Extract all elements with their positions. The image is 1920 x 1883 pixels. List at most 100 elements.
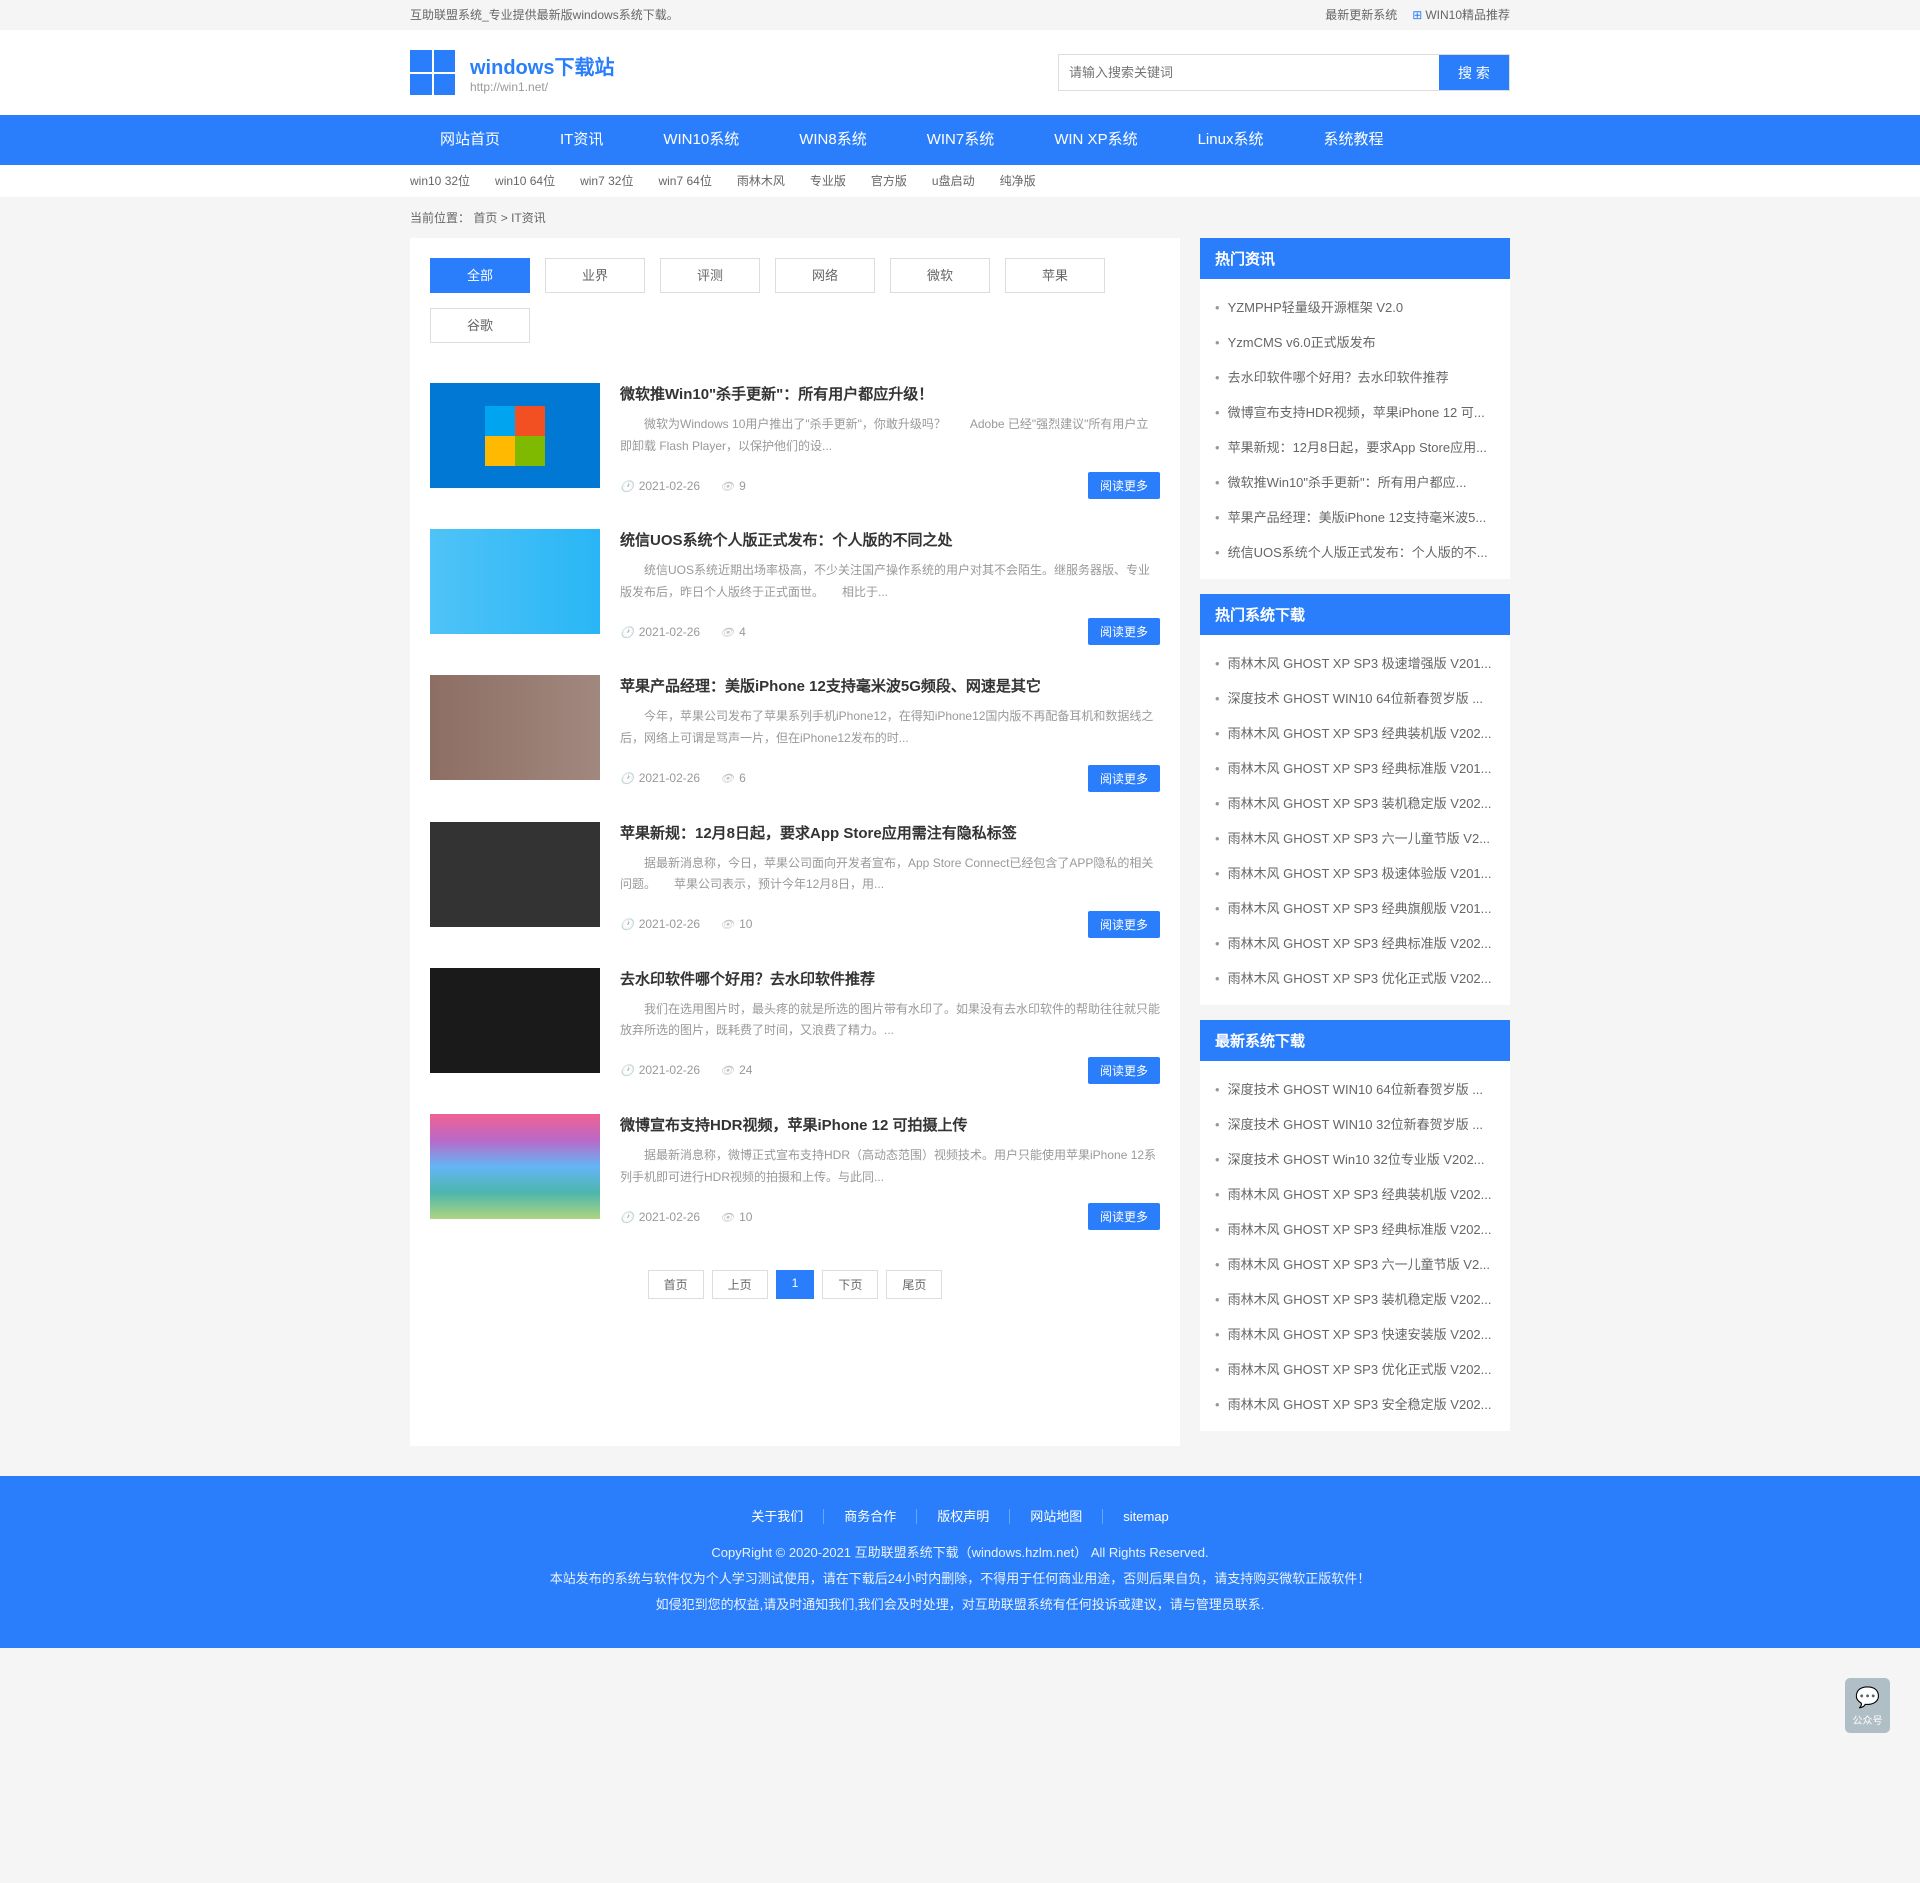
subnav-item[interactable]: win10 32位 [410,165,470,197]
sidebar-list-item[interactable]: 微博宣布支持HDR视频，苹果iPhone 12 可... [1215,394,1495,429]
site-url: http://win1.net/ [470,80,614,94]
sidebar-list-item[interactable]: 雨林木风 GHOST XP SP3 装机稳定版 V202... [1215,1281,1495,1316]
sidebar-list-item[interactable]: 苹果新规：12月8日起，要求App Store应用... [1215,429,1495,464]
sidebar-list-item[interactable]: 雨林木风 GHOST XP SP3 极速体验版 V201... [1215,855,1495,890]
sidebar-list-item[interactable]: 雨林木风 GHOST XP SP3 安全稳定版 V202... [1215,1386,1495,1421]
article-item: 微软推Win10"杀手更新"：所有用户都应升级！微软为Windows 10用户推… [430,368,1160,514]
topbar-link-updates[interactable]: 最新更新系统 [1325,0,1397,30]
article-thumb[interactable] [430,822,600,927]
sidebar-list-item[interactable]: 雨林木风 GHOST XP SP3 经典装机版 V202... [1215,715,1495,750]
article-title[interactable]: 去水印软件哪个好用？去水印软件推荐 [620,968,1160,989]
read-more-button[interactable]: 阅读更多 [1088,911,1160,938]
filter-tab[interactable]: 网络 [775,258,875,293]
footer-link[interactable]: 版权声明 [917,1509,1010,1524]
sidebar-list-item[interactable]: 深度技术 GHOST WIN10 64位新春贺岁版 ... [1215,1071,1495,1106]
sidebar-latest-downloads: 最新系统下载 深度技术 GHOST WIN10 64位新春贺岁版 ...深度技术… [1200,1020,1510,1431]
sidebar-title: 最新系统下载 [1200,1020,1510,1061]
subnav-item[interactable]: win10 64位 [495,165,555,197]
page-button[interactable]: 尾页 [886,1270,942,1299]
sidebar-list-item[interactable]: 雨林木风 GHOST XP SP3 极速增强版 V201... [1215,645,1495,680]
filter-tab[interactable]: 评测 [660,258,760,293]
sidebar-list-item[interactable]: 雨林木风 GHOST XP SP3 六一儿童节版 V2... [1215,1246,1495,1281]
footer-link[interactable]: 关于我们 [731,1509,824,1524]
subnav-item[interactable]: 官方版 [871,165,907,197]
article-thumb[interactable] [430,675,600,780]
read-more-button[interactable]: 阅读更多 [1088,1057,1160,1084]
filter-tab[interactable]: 谷歌 [430,308,530,343]
nav-item[interactable]: WIN7系统 [897,115,1025,165]
footer-link[interactable]: 网站地图 [1010,1509,1103,1524]
sidebar-list-item[interactable]: 微软推Win10"杀手更新"：所有用户都应... [1215,464,1495,499]
sidebar-list-item[interactable]: 雨林木风 GHOST XP SP3 经典标准版 V202... [1215,1211,1495,1246]
sidebar-list-item[interactable]: 雨林木风 GHOST XP SP3 装机稳定版 V202... [1215,785,1495,820]
clock-icon [620,1063,634,1077]
footer: 关于我们商务合作版权声明网站地图sitemap CopyRight © 2020… [0,1476,1920,1648]
sidebar-list-item[interactable]: YzmCMS v6.0正式版发布 [1215,324,1495,359]
filter-tab[interactable]: 全部 [430,258,530,293]
filter-tab[interactable]: 苹果 [1005,258,1105,293]
sidebar-list-item[interactable]: 去水印软件哪个好用？去水印软件推荐 [1215,359,1495,394]
subnav-item[interactable]: 纯净版 [1000,165,1036,197]
subnav-item[interactable]: 专业版 [810,165,846,197]
article-title[interactable]: 微博宣布支持HDR视频，苹果iPhone 12 可拍摄上传 [620,1114,1160,1135]
footer-link[interactable]: sitemap [1103,1509,1189,1524]
page-button[interactable]: 上页 [712,1270,768,1299]
sidebar-list-item[interactable]: YZMPHP轻量级开源框架 V2.0 [1215,289,1495,324]
sidebar-list-item[interactable]: 雨林木风 GHOST XP SP3 优化正式版 V202... [1215,1351,1495,1386]
article-title[interactable]: 微软推Win10"杀手更新"：所有用户都应升级！ [620,383,1160,404]
article-thumb[interactable] [430,383,600,488]
subnav-item[interactable]: win7 32位 [580,165,633,197]
page-button[interactable]: 下页 [822,1270,878,1299]
sidebar-list-item[interactable]: 统信UOS系统个人版正式发布：个人版的不... [1215,534,1495,569]
subnav-item[interactable]: u盘启动 [932,165,975,197]
logo[interactable]: windows下载站 http://win1.net/ [410,50,614,95]
filter-tab[interactable]: 业界 [545,258,645,293]
footer-link[interactable]: 商务合作 [824,1509,917,1524]
sidebar-list-item[interactable]: 深度技术 GHOST Win10 32位专业版 V202... [1215,1141,1495,1176]
site-title: windows下载站 [470,51,614,80]
article-thumb[interactable] [430,529,600,634]
sidebar-list-item[interactable]: 苹果产品经理：美版iPhone 12支持毫米波5... [1215,499,1495,534]
sidebar-hot-news: 热门资讯 YZMPHP轻量级开源框架 V2.0YzmCMS v6.0正式版发布去… [1200,238,1510,579]
search-button[interactable]: 搜 索 [1439,55,1509,90]
subnav-item[interactable]: win7 64位 [658,165,711,197]
nav-item[interactable]: 网站首页 [410,115,530,165]
sidebar-list-item[interactable]: 雨林木风 GHOST XP SP3 经典标准版 V202... [1215,925,1495,960]
topbar-link-win10-rec[interactable]: WIN10精品推荐 [1412,0,1510,30]
article-thumb[interactable] [430,1114,600,1219]
read-more-button[interactable]: 阅读更多 [1088,472,1160,499]
sidebar-list-item[interactable]: 雨林木风 GHOST XP SP3 经典装机版 V202... [1215,1176,1495,1211]
article-thumb[interactable] [430,968,600,1073]
nav-item[interactable]: 系统教程 [1293,115,1413,165]
filter-tab[interactable]: 微软 [890,258,990,293]
sidebar-list-item[interactable]: 雨林木风 GHOST XP SP3 经典标准版 V201... [1215,750,1495,785]
article-date: 2021-02-26 [620,771,700,785]
subnav-item[interactable]: 雨林木风 [737,165,785,197]
sidebar-list-item[interactable]: 雨林木风 GHOST XP SP3 优化正式版 V202... [1215,960,1495,995]
nav-item[interactable]: WIN XP系统 [1024,115,1167,165]
nav-item[interactable]: IT资讯 [530,115,633,165]
article-desc: 今年，苹果公司发布了苹果系列手机iPhone12，在得知iPhone12国内版不… [620,706,1160,749]
article-date: 2021-02-26 [620,479,700,493]
wechat-float-button[interactable]: 公众号 [1845,1678,1890,1733]
nav-item[interactable]: WIN8系统 [769,115,897,165]
eye-icon [720,1063,734,1077]
article-views: 4 [720,625,746,639]
article-title[interactable]: 统信UOS系统个人版正式发布：个人版的不同之处 [620,529,1160,550]
sidebar-list-item[interactable]: 深度技术 GHOST WIN10 32位新春贺岁版 ... [1215,1106,1495,1141]
read-more-button[interactable]: 阅读更多 [1088,765,1160,792]
nav-item[interactable]: Linux系统 [1168,115,1294,165]
page-button[interactable]: 首页 [648,1270,704,1299]
read-more-button[interactable]: 阅读更多 [1088,1203,1160,1230]
article-title[interactable]: 苹果产品经理：美版iPhone 12支持毫米波5G频段、网速是其它 [620,675,1160,696]
sidebar-list-item[interactable]: 雨林木风 GHOST XP SP3 六一儿童节版 V2... [1215,820,1495,855]
article-title[interactable]: 苹果新规：12月8日起，要求App Store应用需注有隐私标签 [620,822,1160,843]
nav-item[interactable]: WIN10系统 [633,115,769,165]
sidebar-list-item[interactable]: 深度技术 GHOST WIN10 64位新春贺岁版 ... [1215,680,1495,715]
page-button[interactable]: 1 [776,1270,815,1299]
sidebar-list-item[interactable]: 雨林木风 GHOST XP SP3 快速安装版 V202... [1215,1316,1495,1351]
breadcrumb-home[interactable]: 首页 [473,211,497,225]
sidebar-list-item[interactable]: 雨林木风 GHOST XP SP3 经典旗舰版 V201... [1215,890,1495,925]
search-input[interactable] [1059,55,1439,90]
read-more-button[interactable]: 阅读更多 [1088,618,1160,645]
